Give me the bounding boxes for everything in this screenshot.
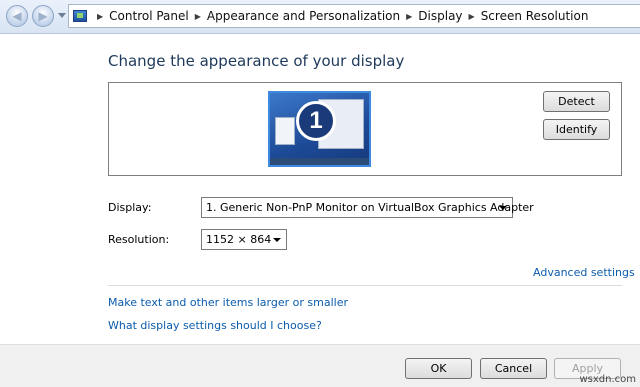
text-size-link[interactable]: Make text and other items larger or smal… bbox=[108, 296, 348, 309]
recent-pages-dropdown[interactable] bbox=[58, 13, 66, 18]
display-select-value: 1. Generic Non-PnP Monitor on VirtualBox… bbox=[206, 201, 534, 214]
resolution-select[interactable]: 1152 × 864 bbox=[201, 229, 287, 250]
chevron-down-icon bbox=[273, 238, 281, 242]
display-select[interactable]: 1. Generic Non-PnP Monitor on VirtualBox… bbox=[201, 197, 534, 218]
forward-arrow-icon: ▶ bbox=[38, 9, 48, 23]
dialog-footer: OK Cancel Apply wsxdn.com bbox=[0, 344, 640, 387]
address-bar: ◀ ▶ ▶ Control Panel ▶ Appearance and Per… bbox=[0, 0, 640, 34]
breadcrumb-control-panel[interactable]: Control Panel bbox=[109, 9, 189, 23]
monitor-thumbnail[interactable]: 1 bbox=[268, 91, 371, 167]
breadcrumb-screen-resolution[interactable]: Screen Resolution bbox=[481, 9, 589, 23]
advanced-settings-link[interactable]: Advanced settings bbox=[533, 266, 635, 279]
forward-button[interactable]: ▶ bbox=[32, 5, 54, 27]
ok-button[interactable]: OK bbox=[405, 358, 472, 379]
breadcrumb-separator-icon[interactable]: ▶ bbox=[469, 12, 475, 21]
back-arrow-icon: ◀ bbox=[12, 9, 22, 23]
display-help-link[interactable]: What display settings should I choose? bbox=[108, 319, 322, 332]
control-panel-icon bbox=[73, 10, 87, 22]
breadcrumb-separator-icon[interactable]: ▶ bbox=[97, 12, 103, 21]
identify-button[interactable]: Identify bbox=[543, 119, 610, 140]
cancel-button[interactable]: Cancel bbox=[480, 358, 547, 379]
watermark: wsxdn.com bbox=[579, 374, 636, 385]
detect-button[interactable]: Detect bbox=[543, 91, 610, 112]
back-button[interactable]: ◀ bbox=[6, 5, 28, 27]
resolution-label: Resolution: bbox=[108, 233, 170, 246]
breadcrumb[interactable]: ▶ Control Panel ▶ Appearance and Persona… bbox=[68, 4, 640, 28]
monitor-preview-area: 1 Detect Identify bbox=[108, 82, 622, 176]
breadcrumb-display[interactable]: Display bbox=[418, 9, 462, 23]
resolution-select-value: 1152 × 864 bbox=[206, 233, 272, 246]
breadcrumb-appearance[interactable]: Appearance and Personalization bbox=[207, 9, 400, 23]
divider bbox=[108, 285, 622, 286]
display-label: Display: bbox=[108, 201, 152, 214]
breadcrumb-separator-icon[interactable]: ▶ bbox=[195, 12, 201, 21]
preview-window bbox=[275, 117, 295, 145]
page-title: Change the appearance of your display bbox=[108, 52, 405, 70]
chevron-down-icon bbox=[499, 206, 507, 210]
preview-taskbar bbox=[270, 158, 369, 165]
monitor-number-badge: 1 bbox=[296, 101, 336, 141]
breadcrumb-separator-icon[interactable]: ▶ bbox=[406, 12, 412, 21]
